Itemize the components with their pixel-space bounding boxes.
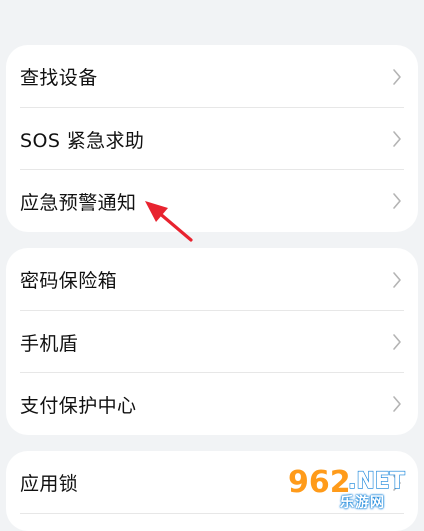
chevron-right-icon (392, 130, 402, 148)
payment-protection-row[interactable]: 支付保护中心 (6, 373, 418, 435)
password-vault-row[interactable]: 密码保险箱 (6, 248, 418, 311)
chevron-right-icon (392, 68, 402, 86)
sos-emergency-row[interactable]: SOS 紧急求助 (6, 108, 418, 170)
password-vault-label: 密码保险箱 (20, 270, 118, 292)
svg-text:.NET: .NET (348, 469, 405, 494)
chevron-right-icon (392, 333, 402, 351)
settings-group-2: 密码保险箱 手机盾 支付保护中心 (6, 248, 418, 435)
settings-group-1: 查找设备 SOS 紧急求助 应急预警通知 (6, 45, 418, 232)
chevron-right-icon (392, 271, 402, 289)
phone-shield-row[interactable]: 手机盾 (6, 311, 418, 373)
find-device-label: 查找设备 (20, 67, 98, 89)
find-device-row[interactable]: 查找设备 (6, 45, 418, 108)
sos-emergency-label: SOS 紧急求助 (20, 129, 145, 152)
emergency-alert-label: 应急预警通知 (20, 191, 137, 214)
watermark-logo: 962 .NET 乐游网 (282, 460, 424, 514)
phone-shield-label: 手机盾 (20, 332, 79, 355)
watermark-subtitle: 乐游网 (340, 495, 385, 511)
payment-protection-label: 支付保护中心 (20, 394, 137, 417)
chevron-right-icon (392, 395, 402, 413)
chevron-right-icon (392, 192, 402, 210)
emergency-alert-row[interactable]: 应急预警通知 (6, 170, 418, 232)
